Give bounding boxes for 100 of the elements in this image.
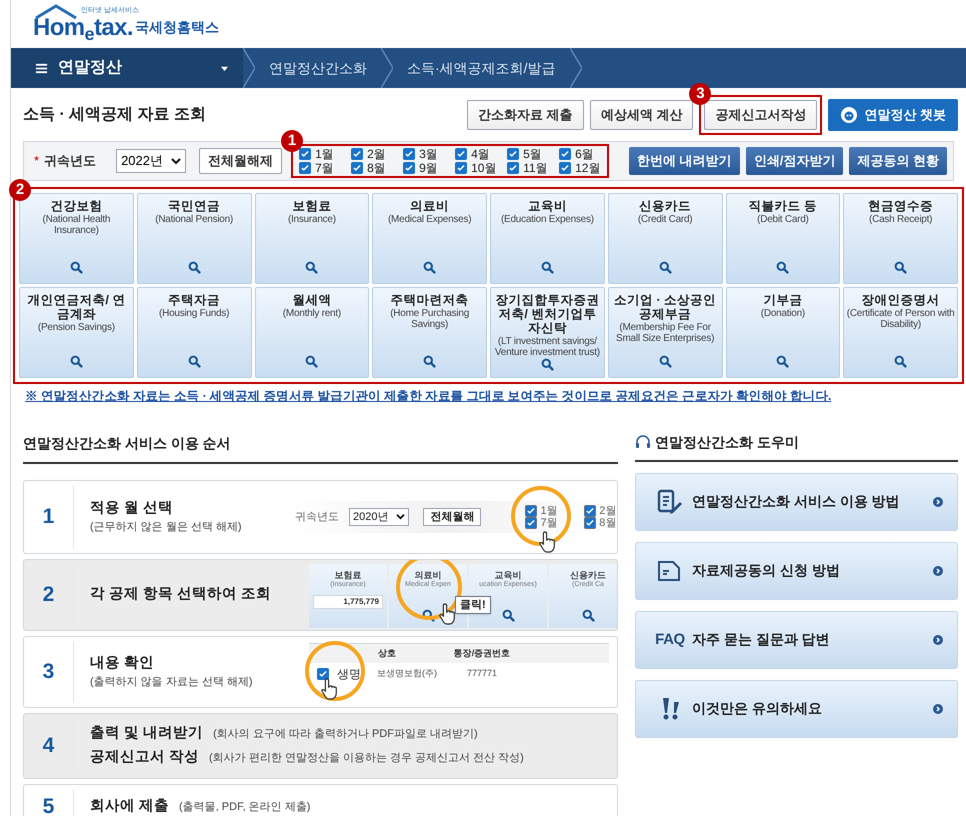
roof-icon (33, 4, 79, 20)
tile-title: 의료비 (414, 570, 442, 580)
search-icon[interactable] (305, 355, 318, 368)
chevron-icon (396, 513, 406, 520)
checkbox[interactable] (525, 504, 538, 517)
logo-brand[interactable]: Hom$_{e}$tax. (33, 16, 133, 40)
step-note: (회사의 요구에 따라 출력하거나 PDF파일로 내려받기) (213, 727, 478, 742)
action-button[interactable]: 한번에 내려받기 (629, 147, 740, 175)
action-button[interactable]: 인쇄/점자받기 (746, 147, 844, 175)
category-tile[interactable]: 의료비 (Medical Expenses) (372, 193, 487, 284)
category-tile[interactable]: 장애인증명서 (Certificate of Person with Disability) (843, 287, 958, 378)
checkbox[interactable] (559, 162, 572, 174)
breadcrumb-link[interactable]: 소득·세액공제조회/발급 (393, 48, 570, 88)
category-tile[interactable]: 보험료 (Insurance) (254, 193, 370, 284)
category-tile[interactable]: 월세액 (Monthly rent) (254, 287, 370, 378)
checkbox[interactable] (299, 148, 312, 160)
checkbox[interactable] (351, 148, 364, 160)
action-button[interactable]: 예상세액 계산 (590, 100, 694, 130)
checkbox[interactable] (455, 162, 468, 174)
search-icon[interactable] (70, 261, 83, 274)
action-button[interactable]: 간소화자료 제출 (467, 100, 584, 130)
checkbox[interactable] (559, 148, 572, 160)
step-number: 3 (42, 659, 54, 685)
step-note: (출력하지 않을 자료는 선택 해제) (90, 675, 254, 690)
checkbox[interactable] (403, 162, 416, 174)
help-item[interactable]: 자료제공동의 신청 방법 (635, 542, 958, 600)
category-tile[interactable]: 신용카드 (Credit Card) (608, 193, 722, 284)
search-icon[interactable] (540, 358, 554, 371)
search-icon[interactable] (502, 608, 514, 622)
checkbox[interactable] (455, 148, 468, 160)
breadcrumb-link[interactable]: 연말정산간소화 (255, 48, 381, 88)
checkbox[interactable] (525, 516, 538, 529)
search-icon[interactable] (894, 261, 908, 274)
search-icon[interactable] (70, 355, 83, 368)
search-icon[interactable] (540, 261, 554, 274)
help-item[interactable]: 이것만은 유의하세요 (635, 680, 958, 738)
step-title: 공제신고서 작성 (90, 748, 200, 767)
checkbox[interactable] (507, 148, 520, 160)
step-number: 5 (42, 794, 54, 816)
action-button[interactable]: 공제신고서작성 (704, 100, 818, 130)
tile-title: 주택마련저축 (390, 293, 469, 307)
notice-text: ※ 연말정산간소화 자료는 소득 · 세액공제 증명서류 발급기관이 제출한 자료를 그대로 보여주는 것이므로 공제요건은 근로자가 확인해야 합니다. (25, 388, 832, 405)
field-label: 귀속년도 (295, 510, 339, 524)
search-icon[interactable] (776, 261, 790, 274)
checkbox[interactable] (299, 162, 312, 174)
checkbox[interactable] (584, 516, 596, 529)
arrow-circle-icon (933, 496, 943, 507)
search-icon[interactable] (305, 261, 318, 274)
arrow-circle-icon (933, 634, 943, 645)
category-tile[interactable]: 직불카드 등 (Debit Card) (726, 193, 840, 284)
menu-icon[interactable] (35, 62, 48, 74)
search-icon[interactable] (188, 261, 201, 274)
tile-subtitle: (Home Purchasing Savings) (389, 308, 470, 330)
tile-subtitle: (National Pension) (155, 214, 233, 225)
tile-title: 교육비 (494, 570, 522, 580)
checkbox[interactable] (584, 504, 596, 517)
category-tile[interactable]: 국민연금 (National Pension) (136, 193, 252, 284)
search-icon[interactable] (188, 355, 201, 368)
category-tile[interactable]: 기부금 (Donation) (726, 287, 840, 378)
step-title: 적용 월 선택 (90, 498, 174, 518)
search-icon[interactable] (776, 355, 790, 368)
tile-subtitle: (Monthly rent) (282, 308, 341, 319)
menu-dropdown[interactable]: 연말정산 (11, 48, 243, 88)
tile-subtitle: (Donation) (760, 308, 805, 319)
page-title: 소득 · 세액공제 자료 조회 (23, 105, 206, 125)
search-icon[interactable] (658, 261, 672, 274)
amount-field: 1,775,779 (313, 594, 383, 609)
step-title: 각 공제 항목 선택하여 조회 (90, 584, 272, 604)
search-icon[interactable] (423, 355, 436, 368)
checkbox[interactable] (403, 148, 416, 160)
category-tile[interactable]: 주택자금 (Housing Funds) (136, 287, 252, 378)
step-marker: 1 (281, 130, 304, 152)
search-icon[interactable] (423, 261, 436, 274)
section-title: 연말정산간소화 도우미 (655, 432, 799, 452)
search-icon[interactable] (658, 355, 672, 368)
category-tile[interactable]: 건강보험 (National Health Insurance) (19, 193, 134, 284)
clear-months-button[interactable]: 전체월해제 (199, 148, 282, 174)
checkbox[interactable] (507, 162, 520, 174)
year-select[interactable]: 2022년 (116, 149, 186, 173)
search-icon[interactable] (582, 608, 594, 622)
month-label: 8월 (367, 161, 386, 175)
category-tile[interactable]: 주택마련저축 (Home Purchasing Savings) (372, 287, 487, 378)
help-item[interactable]: 연말정산간소화 서비스 이용 방법 (635, 472, 958, 531)
caret-icon[interactable] (220, 64, 229, 72)
help-item[interactable]: FAQ 자주 묻는 질문과 답변 (635, 610, 958, 669)
month-label: 6월 (575, 147, 594, 161)
checkbox[interactable] (351, 162, 364, 174)
chatbot-button[interactable]: 연말정산 챗봇 (828, 99, 958, 131)
category-tile[interactable]: 현금영수증 (Cash Receipt) (843, 193, 958, 284)
category-tile[interactable]: 소기업 · 소상공인 공제부금 (Membership Fee For Small Size Enterprises) (608, 287, 722, 378)
tile-subtitle: (National Health Insurance) (42, 214, 112, 236)
search-icon[interactable] (894, 355, 908, 368)
search-icon[interactable] (422, 608, 434, 622)
category-tile[interactable]: 장기집합투자증권저축/ 벤처기업투자신탁 (LT investment savings/ Venture investment trust) (490, 287, 605, 378)
tile-subtitle: (Membership Fee For Small Size Enterprises) (615, 322, 716, 344)
category-tile[interactable]: 개인연금저축/ 연금계좌 (Pension Savings) (19, 287, 134, 378)
tile-title: 신용카드 (639, 199, 692, 213)
category-tile[interactable]: 교육비 (Education Expenses) (490, 193, 605, 284)
action-button[interactable]: 제공동의 현황 (849, 147, 947, 175)
month-label: 4월 (471, 147, 490, 161)
